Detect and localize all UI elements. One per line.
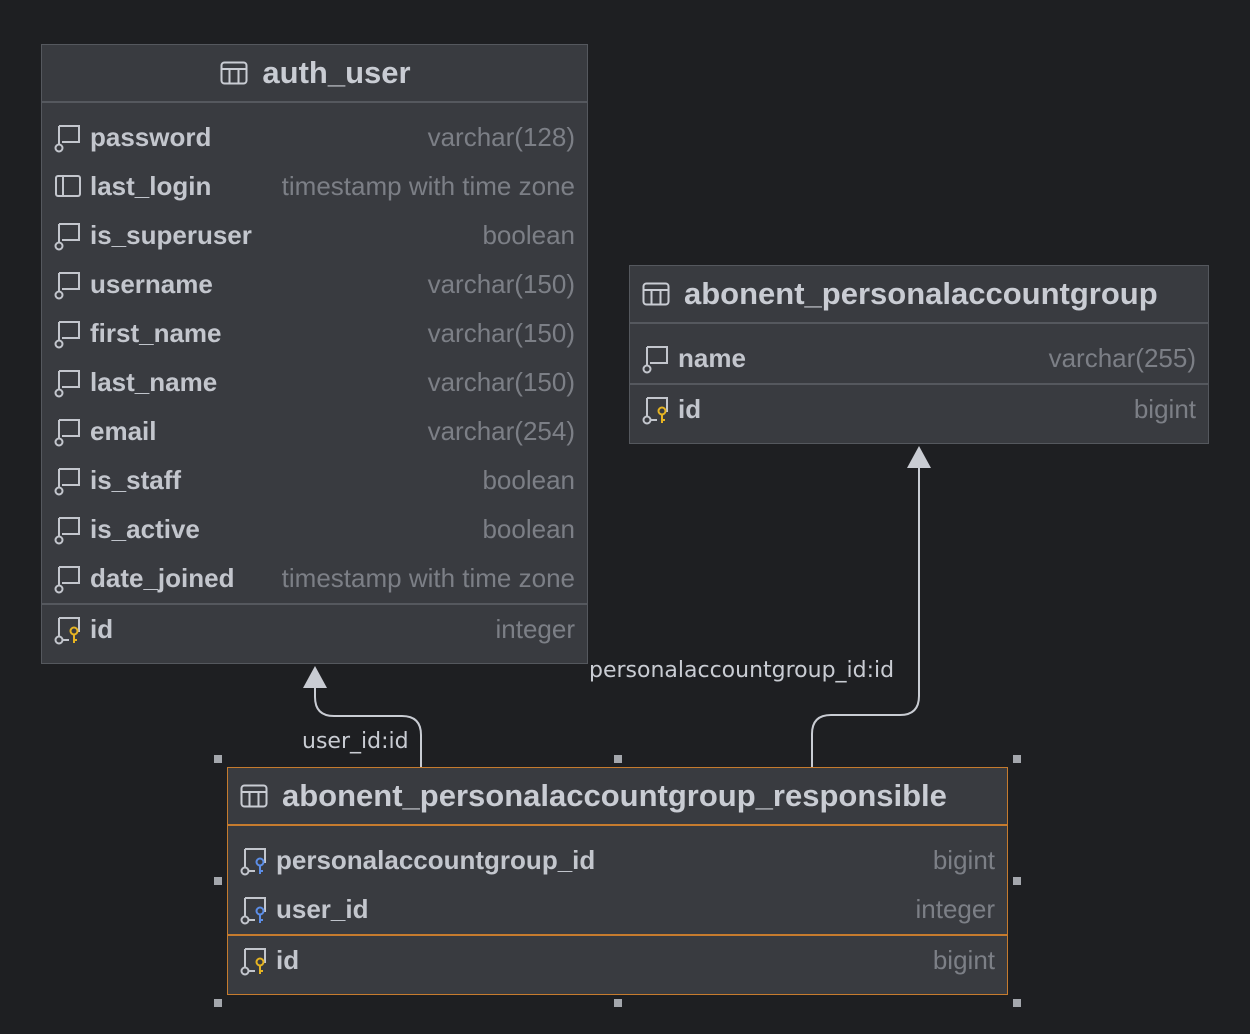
relation-label-user: user_id:id	[302, 729, 409, 754]
resize-handle-ne[interactable]	[1013, 755, 1021, 763]
resize-handle-sw[interactable]	[214, 999, 222, 1007]
relationship-connectors	[303, 446, 931, 767]
resize-handle-n[interactable]	[614, 755, 622, 763]
resize-handle-s[interactable]	[614, 999, 622, 1007]
resize-handle-se[interactable]	[1013, 999, 1021, 1007]
resize-handle-e[interactable]	[1013, 877, 1021, 885]
resize-handle-w[interactable]	[214, 877, 222, 885]
relation-label-group: personalaccountgroup_id:id	[589, 658, 895, 683]
group-relation-line	[811, 468, 920, 767]
group-relation-arrow	[907, 446, 931, 468]
user-relation-arrow	[303, 666, 327, 688]
resize-handle-nw[interactable]	[214, 755, 222, 763]
user-relation-line	[314, 688, 422, 767]
